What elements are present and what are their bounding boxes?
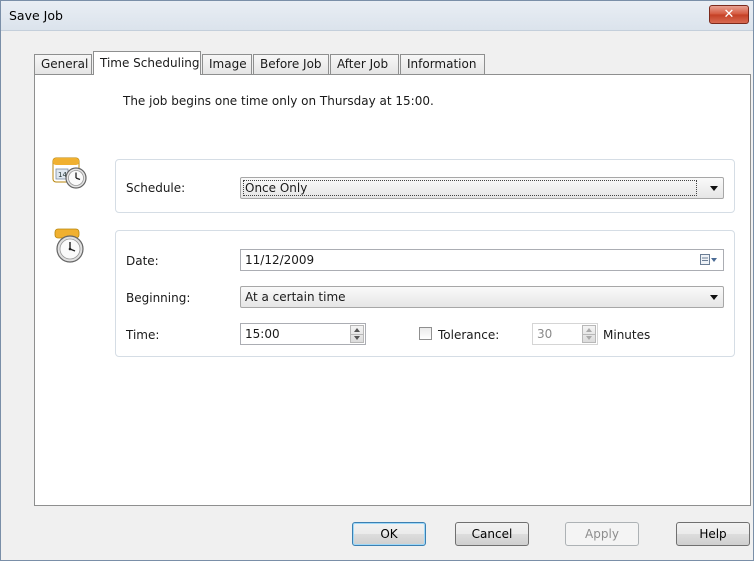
calendar-clock-icon: 14 xyxy=(52,156,90,193)
time-stepper[interactable]: 15:00 xyxy=(240,323,366,345)
tolerance-value: 30 xyxy=(537,327,553,341)
cancel-button[interactable]: Cancel xyxy=(455,522,529,546)
beginning-label: Beginning: xyxy=(126,291,191,305)
chevron-down-icon xyxy=(710,295,718,300)
tab-before-job[interactable]: Before Job xyxy=(253,54,329,75)
spin-divider xyxy=(351,334,363,335)
apply-button[interactable]: Apply xyxy=(565,522,639,546)
beginning-dropdown[interactable]: At a certain time xyxy=(240,286,724,308)
spin-divider xyxy=(583,334,595,335)
spin-down-icon xyxy=(586,336,592,340)
tolerance-spin-buttons[interactable] xyxy=(582,325,596,343)
calendar-dropdown-icon[interactable] xyxy=(700,254,718,269)
tolerance-label: Tolerance: xyxy=(438,328,500,342)
schedule-value: Once Only xyxy=(245,181,308,195)
date-value: 11/12/2009 xyxy=(245,253,315,267)
schedule-group: Schedule: Once Only xyxy=(115,159,735,213)
time-spin-buttons[interactable] xyxy=(350,325,364,343)
tab-general[interactable]: General xyxy=(34,54,92,75)
time-label: Time: xyxy=(126,328,160,342)
ok-button[interactable]: OK xyxy=(352,522,426,546)
tolerance-stepper[interactable]: 30 xyxy=(532,323,598,345)
tab-image[interactable]: Image xyxy=(202,54,252,75)
tab-time-scheduling[interactable]: Time Scheduling xyxy=(93,51,201,75)
help-button[interactable]: Help xyxy=(676,522,750,546)
title-bar[interactable]: Save Job ✕ xyxy=(1,1,753,31)
schedule-summary: The job begins one time only on Thursday… xyxy=(123,94,434,108)
chevron-down-icon xyxy=(710,186,718,191)
focus-rectangle xyxy=(243,180,697,196)
date-label: Date: xyxy=(126,254,159,268)
tab-after-job[interactable]: After Job xyxy=(330,54,399,75)
spin-down-icon xyxy=(354,336,360,340)
close-icon: ✕ xyxy=(723,7,735,22)
tolerance-unit: Minutes xyxy=(603,328,651,342)
save-job-dialog: Save Job ✕ General Time Scheduling Image… xyxy=(0,0,754,561)
alarm-clock-icon xyxy=(52,228,90,267)
time-value: 15:00 xyxy=(245,327,280,341)
time-scheduling-panel: The job begins one time only on Thursday… xyxy=(34,74,751,506)
schedule-dropdown[interactable]: Once Only xyxy=(240,177,724,199)
timing-group: Date: 11/12/2009 Beginning: At a certain… xyxy=(115,230,735,357)
beginning-value: At a certain time xyxy=(245,290,346,304)
tab-information[interactable]: Information xyxy=(400,54,485,75)
schedule-label: Schedule: xyxy=(126,181,186,195)
close-button[interactable]: ✕ xyxy=(709,5,749,24)
window-title: Save Job xyxy=(9,8,63,23)
spin-up-icon xyxy=(586,328,592,332)
tolerance-checkbox[interactable] xyxy=(419,327,432,340)
spin-up-icon xyxy=(354,328,360,332)
date-picker[interactable]: 11/12/2009 xyxy=(240,249,724,271)
